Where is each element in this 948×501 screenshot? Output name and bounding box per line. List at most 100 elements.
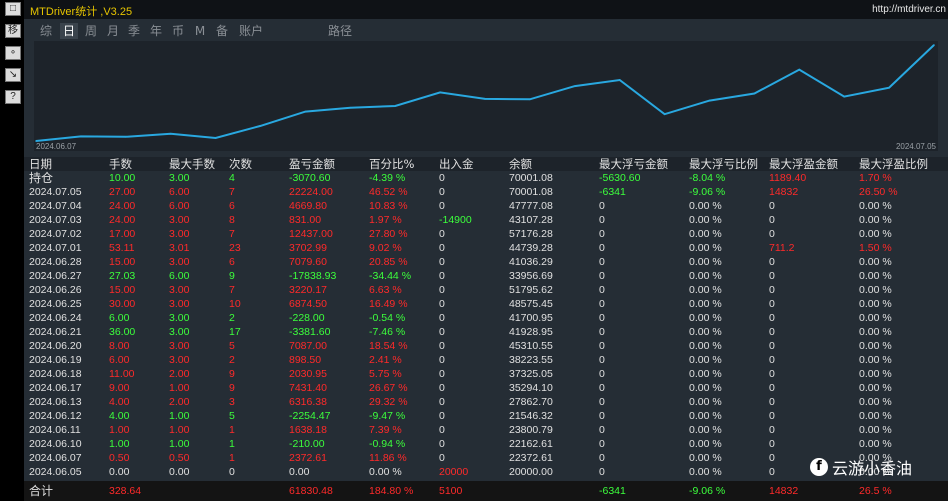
tab-4[interactable]: 季 [126,23,142,39]
cell-4: -228.00 [289,312,325,324]
column-header-10[interactable]: 最大浮盈金额 [769,157,838,171]
table-row[interactable]: 持仓 10.00 3.00 4 -3070.60 -4.39 % 0 70001.08 -563… [24,171,948,185]
column-header-9[interactable]: 最大浮亏比例 [689,157,758,171]
column-header-6[interactable]: 出入金 [439,157,474,171]
tab-1[interactable]: 日 [60,23,78,39]
table-row[interactable]: 2024.06.26 15.00 3.00 7 3220.17 6.63 % 0 51795.… [24,283,948,297]
column-header-3[interactable]: 次数 [229,157,252,171]
facebook-icon: f [810,458,828,476]
table-row[interactable]: 2024.06.28 15.00 3.00 6 7079.60 20.85 % 0 41036… [24,255,948,269]
cell-4: 898.50 [289,354,322,366]
total-cell-11: 26.5 % [859,485,892,497]
table-row[interactable]: 2024.07.02 17.00 3.00 7 12437.00 27.80 % 0 5717… [24,227,948,241]
table-row[interactable]: 2024.06.19 6.00 3.00 2 898.50 2.41 % 0 38223.55… [24,353,948,367]
cell-8: -6341 [599,186,626,198]
website-link[interactable]: http://mtdriver.cn [872,4,946,15]
cell-7: 41036.29 [509,256,553,268]
cell-9: -9.06 % [689,186,726,198]
tab-7[interactable]: M [194,23,206,39]
cell-11: 0.00 % [859,298,892,310]
left-toolbar-button-2[interactable]: ∘ [5,46,21,60]
cell-10: 1189.40 [769,172,807,184]
cell-5: 7.39 % [369,424,402,436]
equity-chart: 2024.06.07 2024.07.05 [34,41,938,151]
cell-10: 711.2 [769,242,795,254]
table-row[interactable]: 2024.06.27 27.03 6.00 9 -17838.93 -34.44 % 0 33… [24,269,948,283]
cell-10: 0 [769,200,775,212]
left-toolbar-button-4[interactable]: ? [5,90,21,104]
column-header-7[interactable]: 余额 [509,157,532,171]
table-row[interactable]: 2024.07.04 24.00 6.00 6 4669.80 10.83 % 0 47777… [24,199,948,213]
tab-2[interactable]: 周 [83,23,99,39]
left-toolbar-button-1[interactable]: 移 [5,24,21,38]
cell-5: 27.80 % [369,228,408,240]
left-toolbar-button-3[interactable]: ↘ [5,68,21,82]
table-row[interactable]: 2024.06.11 1.00 1.00 1 1638.18 7.39 % 0 23800.7… [24,423,948,437]
stats-panel: MTDriver统计 ,V3.25 http://mtdriver.cn 综日周… [24,0,948,501]
cell-0: 2024.06.19 [29,354,82,366]
cell-10: 0 [769,326,775,338]
table-row[interactable]: 2024.07.03 24.00 3.00 8 831.00 1.97 % -14900 43… [24,213,948,227]
cell-2: 3.00 [169,228,190,240]
table-row[interactable]: 2024.06.20 8.00 3.00 5 7087.00 18.54 % 0 45310.… [24,339,948,353]
cell-0: 2024.06.28 [29,256,82,268]
table-row[interactable]: 2024.07.05 27.00 6.00 7 22224.00 46.52 % 0 7000… [24,185,948,199]
cell-1: 8.00 [109,340,130,352]
column-header-2[interactable]: 最大手数 [169,157,215,171]
cell-4: 831.00 [289,214,322,226]
table-row[interactable]: 2024.06.18 11.00 2.00 9 2030.95 5.75 % 0 37325.… [24,367,948,381]
table-row[interactable]: 2024.06.25 30.00 3.00 10 6874.50 16.49 % 0 4857… [24,297,948,311]
equity-point [125,136,127,138]
cell-5: 5.75 % [369,368,402,380]
tab-10[interactable]: 路径 [326,23,354,39]
cell-9: 0.00 % [689,214,722,226]
cell-0: 2024.06.10 [29,438,82,450]
cell-2: 3.00 [169,256,190,268]
tab-8[interactable]: 备 [214,23,230,39]
table-header: 日期 手数 最大手数 次数 盈亏金额 百分比% 出入金 余额 最大浮亏金额 最大浮亏比例 最大浮盈金… [24,157,948,171]
column-header-1[interactable]: 手数 [109,157,132,171]
cell-7: 33956.69 [509,270,553,282]
cell-7: 35294.10 [509,382,553,394]
total-cell-6: 5100 [439,485,463,497]
cell-8: 0 [599,214,605,226]
cell-0: 2024.06.18 [29,368,82,380]
table-row[interactable]: 2024.07.01 53.11 3.01 23 3702.99 9.02 % 0 44739… [24,241,948,255]
cell-4: 12437.00 [289,228,333,240]
column-header-4[interactable]: 盈亏金额 [289,157,335,171]
cell-5: -9.47 % [369,410,406,422]
table-row[interactable]: 2024.06.12 4.00 1.00 5 -2254.47 -9.47 % 0 21546… [24,409,948,423]
chart-start-date: 2024.06.07 [36,142,77,151]
cell-0: 2024.07.02 [29,228,82,240]
column-header-5[interactable]: 百分比% [369,157,414,171]
cell-5: 1.97 % [369,214,402,226]
cell-1: 27.00 [109,186,136,198]
cell-7: 21546.32 [509,410,553,422]
tab-5[interactable]: 年 [148,23,164,39]
equity-point [574,85,576,87]
cell-7: 44739.28 [509,242,553,254]
cell-9: 0.00 % [689,424,722,436]
column-header-0[interactable]: 日期 [29,157,52,171]
cell-10: 0 [769,284,775,296]
table-row[interactable]: 2024.06.13 4.00 2.00 3 6316.38 29.32 % 0 27862.… [24,395,948,409]
cell-1: 53.11 [109,242,135,254]
cell-2: 0.00 [169,466,190,478]
table-row[interactable]: 2024.06.10 1.00 1.00 1 -210.00 -0.94 % 0 22162.… [24,437,948,451]
table-row[interactable]: 2024.06.17 9.00 1.00 9 7431.40 26.67 % 0 35294.… [24,381,948,395]
cell-0: 2024.06.24 [29,312,82,324]
tab-0[interactable]: 综 [38,23,54,39]
tab-6[interactable]: 币 [170,23,186,39]
cell-7: 48575.45 [509,298,553,310]
tab-3[interactable]: 月 [105,23,121,39]
cell-2: 3.00 [169,354,190,366]
cell-2: 3.00 [169,326,190,338]
column-header-8[interactable]: 最大浮亏金额 [599,157,668,171]
table-row[interactable]: 2024.06.21 36.00 3.00 17 -3381.60 -7.46 % 0 419… [24,325,948,339]
tab-9[interactable]: 账户 [236,23,266,39]
period-tabs: 综日周月季年币 M 备账户 路径 [24,21,948,41]
table-row[interactable]: 2024.06.24 6.00 3.00 2 -228.00 -0.54 % 0 41700.… [24,311,948,325]
app-title: MTDriver统计 ,V3.25 [30,6,133,18]
column-header-11[interactable]: 最大浮盈比例 [859,157,928,171]
left-toolbar-button-0[interactable]: □ [5,2,21,16]
